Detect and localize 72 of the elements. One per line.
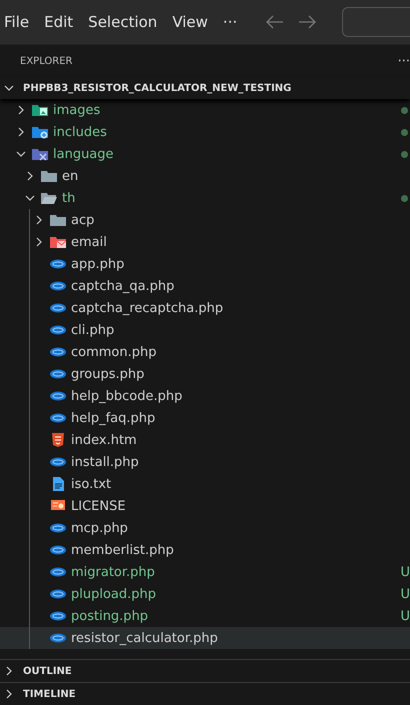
chevron-icon	[4, 83, 14, 93]
php-file-icon	[49, 455, 67, 469]
php-file-icon	[49, 587, 67, 601]
root-folder-header[interactable]: PHPBB3_RESISTOR_CALCULATOR_NEW_TESTING	[0, 77, 410, 99]
forward-arrow-icon[interactable]	[298, 15, 316, 29]
tree-item[interactable]: index.htm	[0, 429, 410, 451]
php-file-icon	[49, 565, 67, 579]
menu-item[interactable]: Selection	[88, 13, 166, 31]
tree-item[interactable]: captcha_recaptcha.php	[0, 297, 410, 319]
git-status-letter: U	[400, 564, 410, 580]
tree-item[interactable]: language	[0, 143, 410, 165]
change-dot-icon	[401, 195, 408, 202]
tree-item[interactable]: help_bbcode.php	[0, 385, 410, 407]
chevron-icon	[4, 689, 14, 699]
menu-item[interactable]: ···	[222, 13, 246, 31]
tree-item[interactable]: email	[0, 231, 410, 253]
change-dot-icon	[401, 151, 408, 158]
language-folder-icon	[31, 147, 49, 161]
change-dot-icon	[401, 129, 408, 136]
panel-header[interactable]: OUTLINE	[0, 659, 410, 682]
html-file-icon	[49, 433, 67, 447]
tree-item[interactable]: memberlist.php	[0, 539, 410, 561]
tree-item[interactable]: en	[0, 165, 410, 187]
php-file-icon	[49, 301, 67, 315]
menu-item[interactable]: File	[4, 13, 38, 31]
php-file-icon	[49, 543, 67, 557]
chevron-icon	[4, 666, 14, 676]
tree-item[interactable]: iso.txt	[0, 473, 410, 495]
image-folder-icon	[31, 103, 49, 117]
tree-item[interactable]: images	[0, 99, 410, 121]
tree-item[interactable]: migrator.php U	[0, 561, 410, 583]
tree-item[interactable]: includes	[0, 121, 410, 143]
explorer-title: EXPLORER	[20, 56, 72, 66]
back-arrow-icon[interactable]	[266, 15, 284, 29]
more-actions-button[interactable]: ···	[398, 54, 410, 68]
tree-item[interactable]: mcp.php	[0, 517, 410, 539]
menu-item[interactable]: View	[172, 13, 217, 31]
search-field[interactable]	[342, 7, 410, 37]
php-file-icon	[49, 609, 67, 623]
tree-item[interactable]: install.php	[0, 451, 410, 473]
change-dot-icon	[401, 107, 408, 114]
tree-item[interactable]: cli.php	[0, 319, 410, 341]
tree-item[interactable]: th	[0, 187, 410, 209]
git-status-letter: U	[400, 586, 410, 602]
php-file-icon	[49, 257, 67, 271]
php-file-icon	[49, 631, 67, 645]
php-file-icon	[49, 323, 67, 337]
open-folder-icon	[40, 191, 58, 205]
php-file-icon	[49, 389, 67, 403]
php-file-icon	[49, 411, 67, 425]
php-file-icon	[49, 521, 67, 535]
tree-item[interactable]: help_faq.php	[0, 407, 410, 429]
php-file-icon	[49, 279, 67, 293]
folder-plus-icon	[31, 125, 49, 139]
tree-item[interactable]: common.php	[0, 341, 410, 363]
tree-item[interactable]: LICENSE	[0, 495, 410, 517]
tree-item[interactable]: captcha_qa.php	[0, 275, 410, 297]
tree-item[interactable]: plupload.php U	[0, 583, 410, 605]
tree-item[interactable]: groups.php	[0, 363, 410, 385]
tree-item[interactable]: posting.php U	[0, 605, 410, 627]
menu-item[interactable]: Edit	[44, 13, 82, 31]
tree-item[interactable]: app.php	[0, 253, 410, 275]
panel-header[interactable]: TIMELINE	[0, 682, 410, 705]
mail-folder-icon	[49, 235, 67, 249]
certificate-icon	[49, 499, 67, 513]
php-file-icon	[49, 345, 67, 359]
php-file-icon	[49, 367, 67, 381]
git-status-letter: U	[400, 608, 410, 624]
tree-item[interactable]: acp	[0, 209, 410, 231]
folder-icon	[49, 213, 67, 227]
folder-icon	[40, 169, 58, 183]
tree-item[interactable]: resistor_calculator.php	[0, 627, 410, 649]
